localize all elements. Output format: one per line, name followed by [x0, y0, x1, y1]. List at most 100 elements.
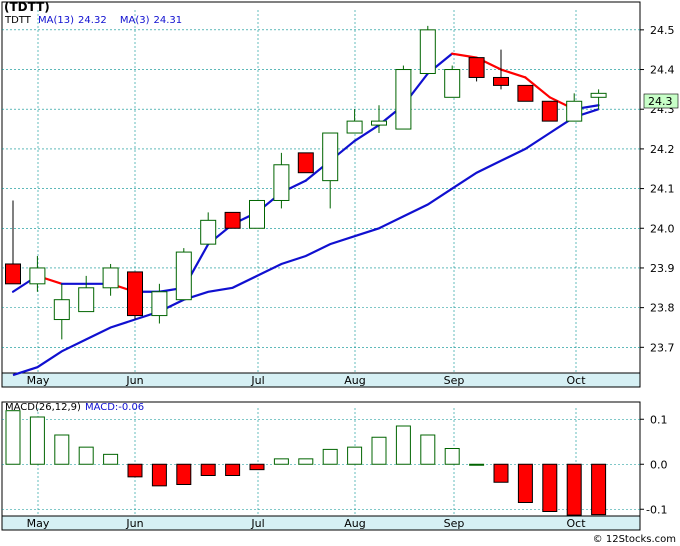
- candle-body: [5, 263, 21, 285]
- macd-bar: [420, 434, 436, 465]
- price-y-tick-label: 23.7: [650, 341, 675, 354]
- candle-body: [517, 84, 534, 102]
- candle-body: [200, 219, 217, 245]
- candle: [444, 65, 461, 98]
- macd-bar: [225, 463, 241, 476]
- macd-bar: [517, 463, 533, 503]
- candle-body: [371, 120, 387, 126]
- macd-x-tick-label: May: [27, 517, 50, 530]
- price-y-tick-label: 24.2: [650, 143, 675, 156]
- candle-body: [468, 57, 485, 78]
- legend-ma3-value: 24.31: [153, 15, 183, 26]
- price-y-tick-label: 24.4: [650, 64, 675, 77]
- macd-bar: [493, 463, 509, 483]
- candle-body: [29, 267, 46, 285]
- candle-body: [493, 76, 509, 86]
- macd-bar: [444, 448, 460, 465]
- macd-bar: [103, 453, 119, 465]
- candle: [249, 199, 265, 229]
- candle-body: [53, 299, 70, 321]
- macd-x-tick-label: Jun: [125, 517, 143, 530]
- candle-body: [419, 29, 436, 74]
- macd-bar: [395, 425, 411, 465]
- macd-bar: [542, 463, 558, 512]
- ticker-title: (TDTT): [4, 0, 50, 14]
- candle: [541, 100, 558, 122]
- price-y-tick-label: 23.8: [650, 302, 675, 315]
- candle-body: [322, 132, 339, 182]
- macd-bar: [469, 463, 485, 466]
- macd-bar: [127, 463, 143, 478]
- candle-body: [297, 152, 314, 174]
- macd-bar: [347, 446, 363, 465]
- legend-ticker: TDTT: [5, 15, 31, 26]
- candle-body: [395, 69, 412, 130]
- candle-body: [541, 100, 558, 122]
- price-y-tick-label: 24.5: [650, 24, 675, 37]
- candle-body: [273, 164, 290, 201]
- price-y-tick-label: 23.9: [650, 262, 675, 275]
- watermark: © 12Stocks.com: [592, 534, 676, 545]
- macd-x-axis-strip: [1, 515, 641, 531]
- last-price-badge: 24.3: [643, 93, 679, 109]
- macd-bar: [566, 463, 582, 516]
- price-x-tick-label: Oct: [566, 374, 586, 387]
- price-legend: TDTT MA(13) 24.32 MA(3) 24.31: [5, 15, 186, 26]
- price-y-tick-label: 24.1: [650, 183, 675, 196]
- macd-x-tick-label: Oct: [566, 517, 586, 530]
- candle-body: [249, 199, 265, 229]
- candle-body: [224, 211, 241, 229]
- macd-bar: [273, 458, 289, 465]
- candle: [468, 57, 485, 82]
- candle-body: [102, 267, 119, 289]
- macd-y-tick-label: 0.1: [650, 413, 668, 426]
- candle-body: [444, 69, 461, 98]
- price-x-tick-label: May: [27, 374, 50, 387]
- macd-bar: [151, 463, 167, 487]
- candle: [297, 152, 314, 174]
- candle: [175, 248, 192, 301]
- price-x-tick-label: Jul: [250, 374, 264, 387]
- candle-body: [127, 271, 143, 317]
- candle: [224, 211, 241, 229]
- candle-body: [346, 120, 363, 134]
- macd-x-tick-label: Aug: [344, 517, 365, 530]
- macd-bar: [322, 448, 338, 465]
- macd-bar: [5, 410, 21, 465]
- last-price-text: 24.3: [648, 95, 673, 108]
- candle: [395, 65, 412, 130]
- macd-bar: [371, 436, 387, 465]
- price-x-tick-label: Aug: [344, 374, 365, 387]
- macd-bar: [298, 458, 314, 465]
- macd-x-tick-label: Sep: [444, 517, 465, 530]
- macd-bar: [78, 446, 94, 465]
- price-x-axis-strip: [1, 372, 641, 388]
- macd-bar: [54, 434, 70, 465]
- macd-y-axis: 0.1 0.0 -0.1: [640, 413, 668, 516]
- candle: [419, 25, 436, 74]
- macd-y-tick-label: 0.0: [650, 458, 668, 471]
- price-y-tick-label: 24.0: [650, 222, 675, 235]
- macd-bar: [29, 416, 45, 465]
- candle-body: [78, 287, 95, 313]
- legend-ma13-value: 24.32: [78, 15, 107, 26]
- stock-chart: 23.7 23.8 23.9 24.0 24.1 24.2 24.3 24.4 24.5 May…: [1, 1, 679, 531]
- candle: [517, 84, 534, 102]
- macd-value: MACD:-0.06: [84, 402, 145, 413]
- legend-ma3-label: MA(3): [119, 15, 150, 26]
- macd-bar: [200, 463, 216, 476]
- macd-bar: [249, 463, 265, 471]
- candle-body: [590, 92, 607, 98]
- candle: [127, 271, 143, 320]
- price-x-tick-label: Sep: [444, 374, 465, 387]
- macd-label: MACD(26,12,9): [5, 402, 81, 413]
- macd-y-tick-label: -0.1: [646, 503, 667, 516]
- candle-body: [151, 291, 168, 317]
- macd-bar: [591, 463, 607, 516]
- price-x-tick-label: Jun: [125, 374, 143, 387]
- candle-body: [175, 251, 192, 301]
- macd-x-tick-label: Jul: [250, 517, 264, 530]
- candle-body: [566, 100, 583, 122]
- macd-legend: MACD(26,12,9) MACD:-0.06: [5, 402, 144, 413]
- macd-bar: [176, 463, 192, 485]
